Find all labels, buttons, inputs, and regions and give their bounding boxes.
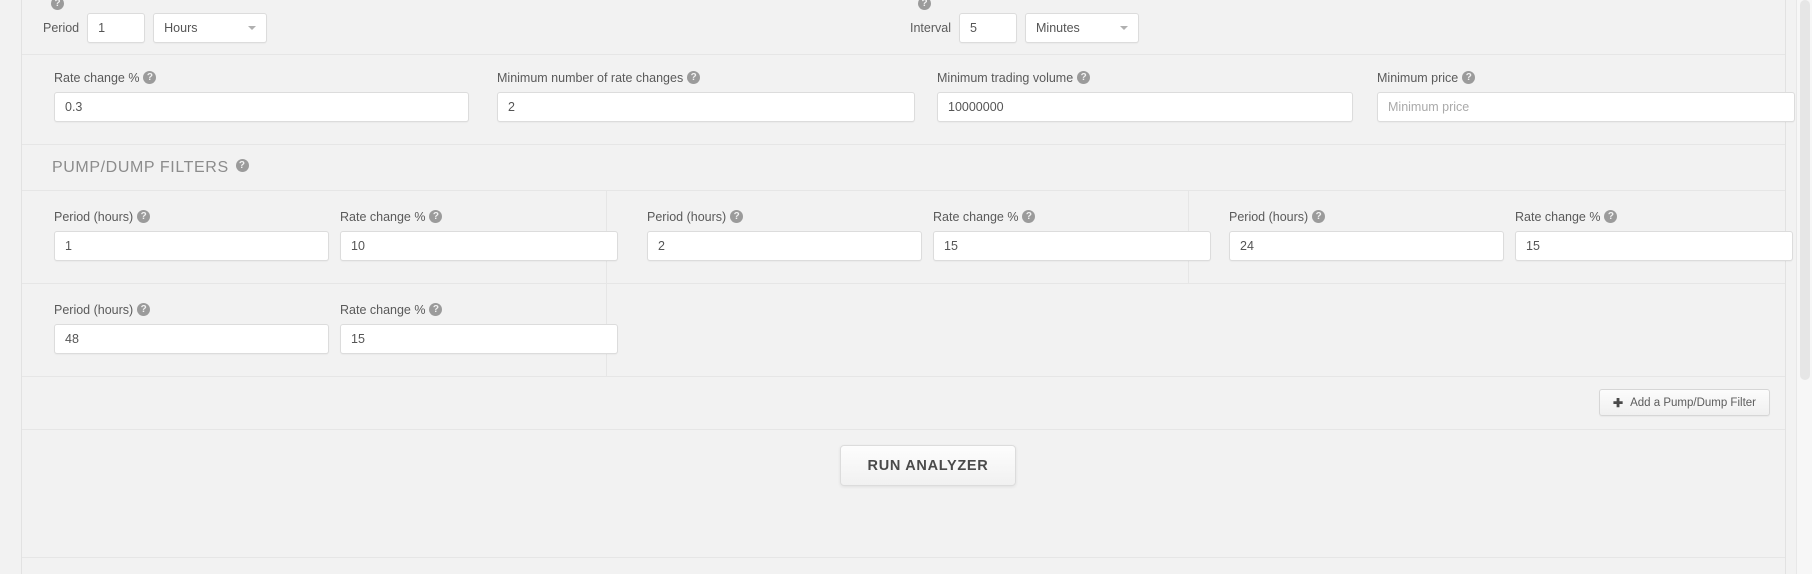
pd1-field-period: Period (hours)? <box>54 210 329 262</box>
vertical-scrollbar[interactable] <box>1796 0 1812 574</box>
help-icon[interactable]: ? <box>51 0 64 11</box>
field-label: Rate change %? <box>1515 210 1793 224</box>
chevron-down-icon <box>1120 26 1128 30</box>
pd1-period-input[interactable] <box>54 231 329 262</box>
min-trading-volume-input[interactable] <box>937 92 1353 123</box>
run-analyzer-button[interactable]: RUN ANALYZER <box>840 445 1016 486</box>
help-icon[interactable]: ? <box>1312 210 1326 224</box>
help-icon[interactable]: ? <box>1604 210 1618 224</box>
pd2-field-rate: Rate change %? <box>933 210 1211 262</box>
run-analyzer-row: RUN ANALYZER <box>22 430 1785 510</box>
help-icon[interactable]: ? <box>429 303 443 317</box>
scrollbar-thumb[interactable] <box>1800 0 1810 380</box>
field-label: Rate change %? <box>340 210 618 224</box>
field-min-price: Minimum price? <box>1377 71 1795 123</box>
pd4-field-period: Period (hours)? <box>54 303 329 355</box>
period-interval-row: ? Period Hours ? Interval Minutes <box>22 0 1785 55</box>
interval-unit-select[interactable]: Minutes <box>1025 13 1139 43</box>
chevron-down-icon <box>248 26 257 30</box>
pd4-period-input[interactable] <box>54 324 329 355</box>
add-button-label: Add a Pump/Dump Filter <box>1630 396 1756 409</box>
pd2-period-input[interactable] <box>647 231 922 262</box>
period-help-wrap: ? <box>51 0 64 14</box>
field-min-rate-changes: Minimum number of rate changes? <box>497 71 915 123</box>
min-price-input[interactable] <box>1377 92 1795 123</box>
period-group: ? Period Hours <box>43 0 268 43</box>
field-label: Minimum price? <box>1377 71 1795 85</box>
interval-unit-value: Minutes <box>1036 21 1080 35</box>
help-icon[interactable]: ? <box>730 210 744 224</box>
pd4-field-rate: Rate change %? <box>340 303 618 355</box>
period-input[interactable] <box>87 13 146 43</box>
interval-label: Interval <box>910 21 951 35</box>
help-icon[interactable]: ? <box>1077 71 1091 85</box>
plus-icon: ✚ <box>1613 395 1624 410</box>
help-icon[interactable]: ? <box>137 303 151 317</box>
pump-dump-filter-1: Period (hours)? Rate change %? <box>22 191 618 284</box>
field-rate-change: Rate change %? <box>54 71 469 123</box>
period-unit-value: Hours <box>164 21 198 35</box>
period-unit-select[interactable]: Hours <box>153 13 268 43</box>
pump-dump-header: PUMP/DUMP FILTERS? <box>22 145 1785 191</box>
field-label: Period (hours)? <box>647 210 922 224</box>
pd3-rate-input[interactable] <box>1515 231 1793 262</box>
pump-dump-filter-2: Period (hours)? Rate change %? <box>607 191 1211 284</box>
interval-help-wrap: ? <box>918 0 931 14</box>
pd2-rate-input[interactable] <box>933 231 1211 262</box>
field-label: Period (hours)? <box>54 210 329 224</box>
period-label: Period <box>43 21 80 35</box>
pd2-field-period: Period (hours)? <box>647 210 922 262</box>
help-icon[interactable]: ? <box>235 158 249 172</box>
interval-input[interactable] <box>959 13 1017 43</box>
pd1-field-rate: Rate change %? <box>340 210 618 262</box>
field-label: Rate change %? <box>340 303 618 317</box>
pump-dump-filter-4: Period (hours)? Rate change %? <box>22 284 618 377</box>
interval-group: ? Interval Minutes <box>910 0 1139 43</box>
add-pump-dump-filter-button[interactable]: ✚ Add a Pump/Dump Filter <box>1599 389 1770 416</box>
pd4-rate-input[interactable] <box>340 324 618 355</box>
pump-dump-filter-row-1: Period (hours)? Rate change %? Period (h… <box>22 191 1793 284</box>
pd3-period-input[interactable] <box>1229 231 1504 262</box>
add-filter-row: ✚ Add a Pump/Dump Filter <box>22 377 1785 430</box>
field-label: Minimum trading volume? <box>937 71 1353 85</box>
field-min-trading-volume: Minimum trading volume? <box>937 71 1353 123</box>
field-label: Minimum number of rate changes? <box>497 71 915 85</box>
min-rate-changes-input[interactable] <box>497 92 915 123</box>
pump-dump-filter-3: Period (hours)? Rate change %? <box>1189 191 1793 284</box>
help-icon[interactable]: ? <box>1462 71 1476 85</box>
help-icon[interactable]: ? <box>429 210 443 224</box>
field-label: Period (hours)? <box>1229 210 1504 224</box>
help-icon[interactable]: ? <box>137 210 151 224</box>
pump-dump-filter-row-2: Period (hours)? Rate change %? <box>22 284 1785 377</box>
pump-dump-title: PUMP/DUMP FILTERS? <box>52 159 249 177</box>
pd3-field-period: Period (hours)? <box>1229 210 1504 262</box>
rate-change-input[interactable] <box>54 92 469 123</box>
field-label: Rate change %? <box>933 210 1211 224</box>
pd3-field-rate: Rate change %? <box>1515 210 1793 262</box>
analyzer-settings-page: ? Period Hours ? Interval Minutes <box>0 0 1812 574</box>
pd1-rate-input[interactable] <box>340 231 618 262</box>
main-filters-row: Rate change %? Minimum number of rate ch… <box>22 55 1795 145</box>
settings-card: ? Period Hours ? Interval Minutes <box>21 0 1795 574</box>
field-label: Period (hours)? <box>54 303 329 317</box>
help-icon[interactable]: ? <box>687 71 701 85</box>
help-icon[interactable]: ? <box>1022 210 1036 224</box>
bottom-divider <box>22 557 1785 574</box>
field-label: Rate change %? <box>54 71 469 85</box>
help-icon[interactable]: ? <box>918 0 931 11</box>
help-icon[interactable]: ? <box>143 71 157 85</box>
